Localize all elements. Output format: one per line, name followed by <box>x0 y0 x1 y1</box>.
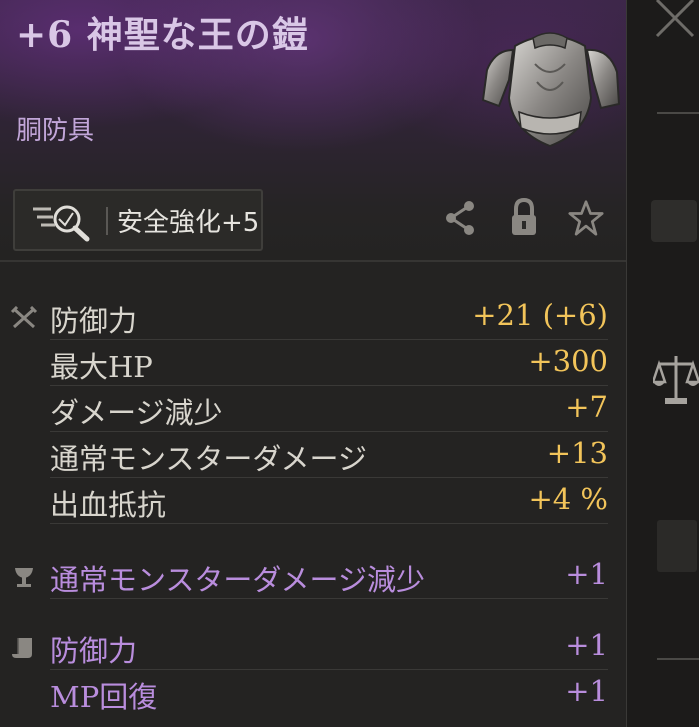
stat-row: 出血抵抗 +4 % <box>0 478 626 524</box>
side-divider <box>657 658 699 660</box>
stat-row: 防御力 +21 (+6) <box>0 294 626 340</box>
bonus-stat-label: MP回復 <box>50 680 158 714</box>
bonus-stat-label: 通常モンスターダメージ減少 <box>50 563 425 597</box>
badge-separator <box>106 207 108 235</box>
bonus-stat-value: +1 <box>565 557 608 591</box>
bonus-stat-row: 通常モンスターダメージ減少 +1 <box>0 553 626 599</box>
item-type: 胴防具 <box>16 116 95 146</box>
bonus-stat-row: MP回復 +1 <box>0 670 626 716</box>
stat-row: 通常モンスターダメージ +13 <box>0 432 626 478</box>
plate-armor-image <box>481 32 621 148</box>
side-divider <box>657 112 699 114</box>
item-title: +6 神聖な王の鎧 <box>16 14 309 56</box>
row-divider <box>50 523 608 524</box>
crossed-swords-icon <box>10 306 38 329</box>
header-divider <box>0 260 626 262</box>
stat-label: ダメージ減少 <box>50 396 223 430</box>
stat-label: 最大HP <box>50 350 153 384</box>
magnify-icon <box>33 205 90 242</box>
stat-value: +7 <box>565 390 608 424</box>
scales-icon <box>653 356 699 404</box>
lock-icon[interactable] <box>506 196 542 240</box>
stat-value: +21 (+6) <box>472 298 608 332</box>
bonus-stat-label: 防御力 <box>50 634 138 668</box>
bonus-stat-row: 防御力 +1 <box>0 624 626 670</box>
bonus-stat-value: +1 <box>565 628 608 662</box>
side-panel <box>626 0 699 727</box>
goblet-icon <box>15 568 33 587</box>
side-slot <box>651 200 697 242</box>
share-icon[interactable] <box>442 196 478 240</box>
item-tooltip-panel: +6 神聖な王の鎧 胴防具 安全強化+5 防御力 +21 (+6) 最大HP +… <box>0 0 626 727</box>
row-divider <box>50 598 608 599</box>
stat-row: 最大HP +300 <box>0 340 626 386</box>
side-slot <box>657 520 697 572</box>
star-icon[interactable] <box>568 196 604 240</box>
bonus-stat-value: +1 <box>565 674 608 708</box>
stat-row: ダメージ減少 +7 <box>0 386 626 432</box>
stat-value: +300 <box>528 344 608 378</box>
stat-label: 通常モンスターダメージ <box>50 442 367 476</box>
stat-value: +13 <box>546 436 608 470</box>
stat-label: 出血抵抗 <box>50 488 167 522</box>
safe-enhance-badge[interactable]: 安全強化+5 <box>13 189 263 251</box>
close-icon[interactable] <box>653 0 697 40</box>
scroll-icon <box>12 638 32 658</box>
stat-value: +4 % <box>528 482 608 516</box>
safe-enhance-label: 安全強化+5 <box>117 208 260 238</box>
stat-label: 防御力 <box>50 304 138 338</box>
